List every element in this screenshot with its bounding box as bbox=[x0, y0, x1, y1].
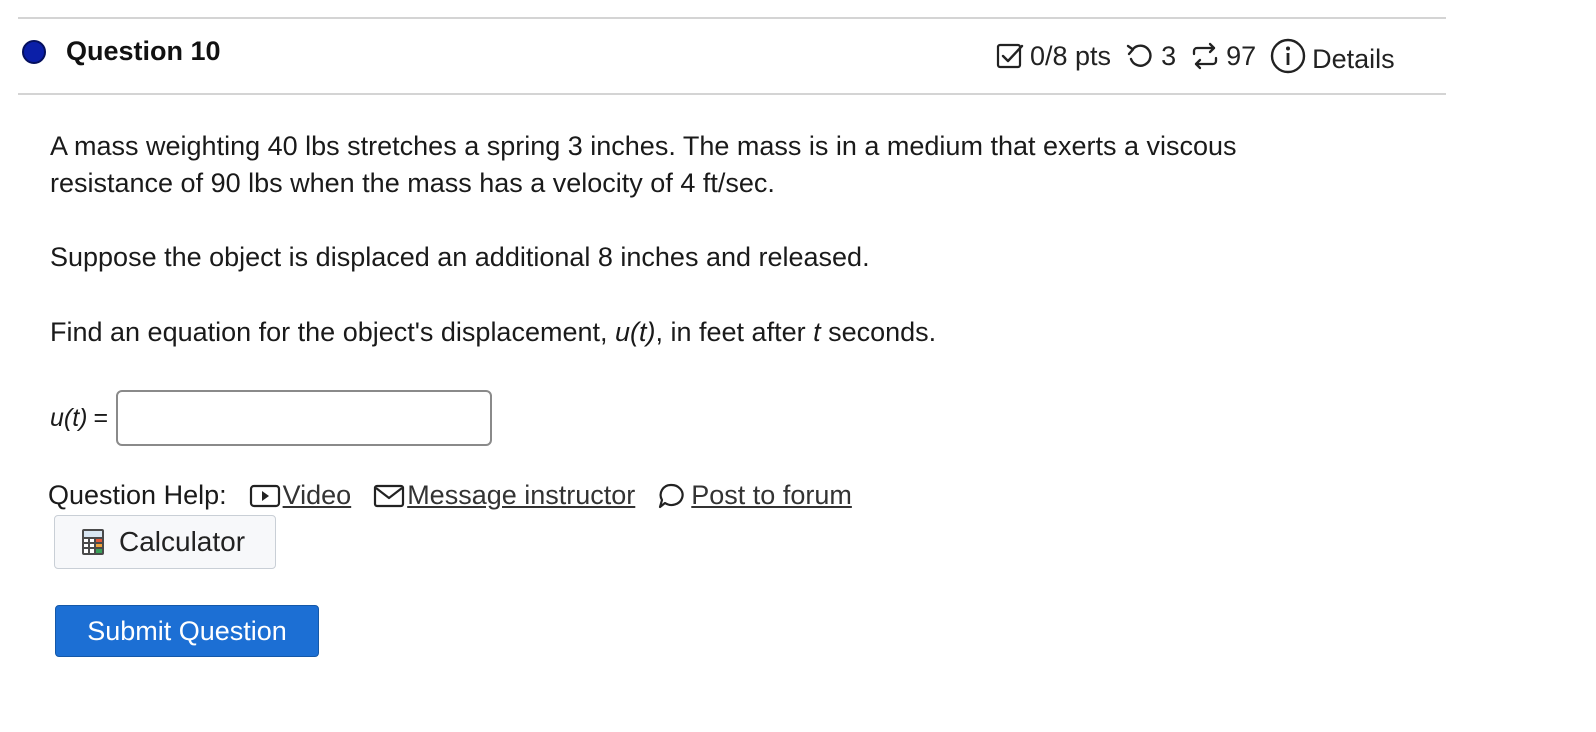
question-page: Question 10 0/8 pts 3 97 Details A mass … bbox=[0, 0, 1596, 732]
problem-paragraph-2: Suppose the object is displaced an addit… bbox=[50, 242, 870, 272]
versions-value: 97 bbox=[1226, 40, 1257, 71]
video-link[interactable]: Video bbox=[249, 480, 351, 511]
time-variable: t bbox=[813, 317, 821, 347]
question-status-dot bbox=[22, 39, 46, 64]
question-help-label: Question Help: bbox=[48, 480, 227, 510]
answer-input[interactable] bbox=[116, 390, 493, 446]
problem-paragraph-3: Find an equation for the object's displa… bbox=[50, 317, 937, 347]
post-to-forum-link[interactable]: Post to forum bbox=[657, 480, 852, 511]
question-meta: 0/8 pts 3 97 Details bbox=[996, 38, 1395, 74]
calculator-label: Calculator bbox=[119, 526, 246, 557]
message-instructor-link[interactable]: Message instructor bbox=[373, 480, 635, 511]
problem-text: A mass weighting 40 lbs stretches a spri… bbox=[50, 128, 1350, 351]
checkbox-score-icon bbox=[996, 42, 1024, 70]
attempts-value: 3 bbox=[1161, 40, 1177, 71]
function-symbol: u(t) bbox=[615, 317, 656, 347]
problem-paragraph-1: A mass weighting 40 lbs stretches a spri… bbox=[50, 131, 1237, 198]
points-value: 0/8 pts bbox=[1030, 40, 1112, 71]
video-icon bbox=[249, 483, 281, 509]
answer-label: u(t) bbox=[50, 403, 88, 432]
top-divider bbox=[18, 17, 1446, 19]
calculator-button[interactable]: Calculator bbox=[54, 515, 276, 569]
submit-question-button[interactable]: Submit Question bbox=[55, 605, 319, 657]
question-help: Question Help: Video Message instructor bbox=[48, 480, 874, 511]
mail-icon bbox=[373, 483, 405, 509]
answer-equals: = bbox=[93, 403, 109, 432]
calculator-icon bbox=[81, 528, 105, 556]
retry-icon bbox=[1125, 42, 1155, 70]
question-title: Question 10 bbox=[66, 36, 221, 66]
details-link[interactable]: Details bbox=[1312, 44, 1395, 75]
answer-row: u(t) = bbox=[50, 390, 493, 446]
versions-icon bbox=[1190, 42, 1220, 70]
info-icon[interactable] bbox=[1270, 38, 1306, 74]
question-header: Question 10 bbox=[22, 36, 221, 67]
speech-bubble-icon bbox=[657, 482, 685, 510]
header-divider bbox=[18, 93, 1446, 95]
